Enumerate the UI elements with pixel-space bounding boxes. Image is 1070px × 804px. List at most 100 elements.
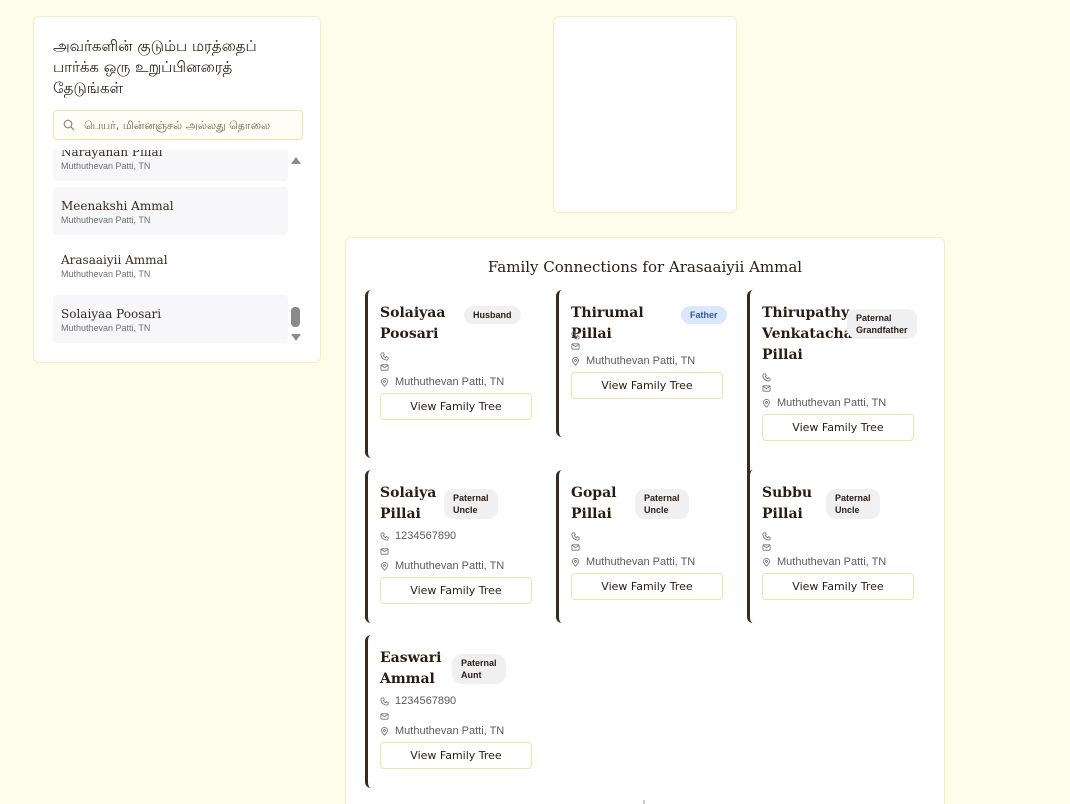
location-pin-icon (762, 398, 777, 408)
card-name-line: Solaiya (380, 485, 437, 501)
card-name-line: Gopal (571, 485, 617, 501)
relation-line: Paternal (453, 493, 489, 503)
email-row (380, 361, 395, 373)
phone-row: 1234567890 (380, 695, 456, 707)
location-pin-icon (380, 377, 395, 387)
mail-icon (762, 543, 777, 552)
result-item[interactable]: Arasaaiyii Ammal Muthuthevan Patti, TN (53, 241, 288, 289)
connection-card: Thirumal Pillai Father Muthuthevan Patti, … (556, 290, 732, 437)
view-family-tree-button[interactable]: View Family Tree (762, 414, 914, 441)
card-name-line: Poosari (380, 326, 439, 342)
card-person-name: Solaiya Pillai (380, 483, 450, 525)
preview-panel (553, 16, 737, 213)
email-row (762, 382, 777, 394)
search-box[interactable] (53, 110, 303, 140)
relation-badge: Father (681, 306, 727, 324)
result-location: Muthuthevan Patti, TN (61, 215, 151, 225)
location-text: Muthuthevan Patti, TN (777, 556, 887, 568)
result-item[interactable]: Narayanan Pillai Muthuthevan Patti, TN (53, 150, 288, 181)
relation-line: Grandfather (856, 325, 908, 335)
connection-card: Easwari Ammal Paternal Aunt 1234567890 Muthut… (365, 635, 541, 788)
family-connections-panel: Family Connections for Arasaaiyii Ammal … (345, 237, 945, 804)
phone-icon (571, 531, 586, 541)
relation-line: Paternal (644, 493, 680, 503)
mail-icon (380, 363, 395, 372)
scroll-up-arrow-icon[interactable] (291, 157, 301, 164)
phone-number: 1234567890 (395, 695, 457, 707)
search-icon (63, 119, 75, 131)
relation-line: Paternal (856, 313, 892, 323)
result-name: Meenakshi Ammal (61, 199, 174, 213)
result-location: Muthuthevan Patti, TN (61, 323, 151, 333)
card-person-name: Easwari Ammal (380, 648, 450, 690)
scroll-down-arrow-icon[interactable] (291, 334, 301, 341)
connection-card: Solaiyaa Poosari Husband Muthuthevan Patti,… (365, 290, 541, 458)
location-text: Muthuthevan Patti, TN (586, 556, 696, 568)
mail-icon (762, 384, 777, 393)
result-name: Arasaaiyii Ammal (61, 253, 168, 267)
card-person-name: Solaiyaa Poosari (380, 303, 470, 345)
location-text: Muthuthevan Patti, TN (395, 376, 505, 388)
relation-badge: Paternal Grandfather (847, 309, 917, 339)
relation-line: Husband (473, 310, 512, 320)
phone-number: 1234567890 (395, 530, 457, 542)
email-row (762, 541, 777, 553)
connection-card: Solaiya Pillai Paternal Uncle 1234567890 Muth… (365, 470, 541, 623)
relation-line: Aunt (461, 670, 482, 680)
mail-icon (380, 712, 395, 721)
phone-icon (571, 330, 586, 340)
location-row: Muthuthevan Patti, TN (380, 725, 504, 737)
card-name-line: Solaiyaa (380, 305, 446, 321)
email-row (571, 340, 586, 352)
card-name-line: Pillai (380, 506, 421, 522)
result-name: Solaiyaa Poosari (61, 307, 162, 321)
card-name-line: Pillai (571, 506, 612, 522)
card-name-line: Easwari (380, 650, 442, 666)
relation-badge: Paternal Uncle (635, 489, 689, 519)
card-person-name: Subbu Pillai (762, 483, 822, 525)
relation-badge: Paternal Uncle (444, 489, 498, 519)
result-item[interactable]: Meenakshi Ammal Muthuthevan Patti, TN (53, 187, 288, 235)
view-family-tree-button[interactable]: View Family Tree (380, 742, 532, 769)
email-row (380, 545, 395, 557)
location-text: Muthuthevan Patti, TN (395, 560, 505, 572)
relation-line: Uncle (835, 505, 860, 515)
location-row: Muthuthevan Patti, TN (571, 556, 695, 568)
search-title: அவர்களின் குடும்ப மரத்தைப் பார்க்க ஒரு உ… (53, 37, 257, 97)
result-location: Muthuthevan Patti, TN (61, 269, 151, 279)
card-person-name: Thirupathy Venkatachalam Pillai (762, 303, 882, 366)
location-row: Muthuthevan Patti, TN (571, 355, 695, 367)
divider (643, 800, 645, 804)
result-name: Narayanan Pillai (61, 150, 163, 159)
results-scrollbar[interactable] (290, 155, 302, 345)
location-row: Muthuthevan Patti, TN (380, 560, 504, 572)
view-family-tree-button[interactable]: View Family Tree (762, 573, 914, 600)
view-family-tree-button[interactable]: View Family Tree (380, 393, 532, 420)
card-name-line: Pillai (762, 347, 803, 363)
mail-icon (571, 342, 586, 351)
connection-card: Thirupathy Venkatachalam Pillai Paternal Gra… (747, 290, 923, 479)
relation-line: Paternal (835, 493, 871, 503)
scroll-thumb[interactable] (291, 307, 300, 327)
view-family-tree-button[interactable]: View Family Tree (571, 573, 723, 600)
location-pin-icon (571, 557, 586, 567)
relation-badge: Paternal Uncle (826, 489, 880, 519)
location-row: Muthuthevan Patti, TN (380, 376, 504, 388)
view-family-tree-button[interactable]: View Family Tree (571, 372, 723, 399)
connection-card: Gopal Pillai Paternal Uncle Muthuthevan Patt… (556, 470, 732, 623)
connections-title: Family Connections for Arasaaiyii Ammal (487, 258, 803, 276)
relation-line: Paternal (461, 658, 497, 668)
result-location: Muthuthevan Patti, TN (61, 161, 151, 171)
search-results-list[interactable]: Narayanan Pillai Muthuthevan Patti, TN M… (53, 150, 288, 345)
phone-icon (380, 351, 395, 361)
location-row: Muthuthevan Patti, TN (762, 397, 886, 409)
card-name-line: Subbu (762, 485, 813, 501)
result-item[interactable]: Solaiyaa Poosari Muthuthevan Patti, TN (53, 295, 288, 343)
card-name-line: Pillai (762, 506, 803, 522)
member-search-panel: அவர்களின் குடும்ப மரத்தைப் பார்க்க ஒரு உ… (33, 16, 321, 363)
mail-icon (571, 543, 586, 552)
relation-line: Uncle (453, 505, 478, 515)
view-family-tree-button[interactable]: View Family Tree (380, 577, 532, 604)
search-input[interactable] (84, 111, 299, 139)
connection-card: Subbu Pillai Paternal Uncle Muthuthevan Patt… (747, 470, 923, 623)
